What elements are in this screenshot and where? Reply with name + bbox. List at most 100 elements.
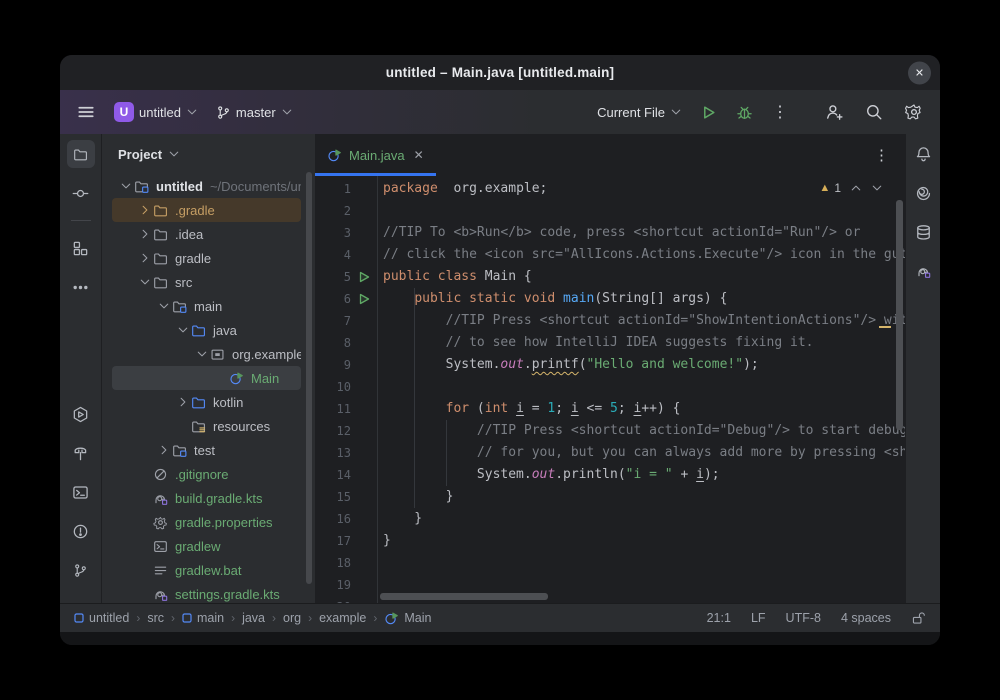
main-menu-button[interactable]	[72, 98, 100, 126]
project-widget[interactable]: U untitled	[110, 98, 202, 126]
code-token: for	[446, 401, 469, 416]
tree-item-resources[interactable]: resources	[112, 414, 301, 438]
editor-horizontal-scrollbar[interactable]	[380, 593, 548, 600]
chevron-right-icon[interactable]	[136, 228, 153, 240]
run-button[interactable]	[694, 98, 722, 126]
title-bar[interactable]: untitled – Main.java [untitled.main] ✕	[60, 55, 940, 90]
chevron-right-icon[interactable]	[174, 396, 191, 408]
caret-position[interactable]: 21:1	[707, 611, 731, 625]
tree-item-org-example[interactable]: org.example	[112, 342, 301, 366]
tree-item-kotlin[interactable]: kotlin	[112, 390, 301, 414]
more-tool-windows-icon[interactable]	[67, 273, 95, 301]
tree-item--gitignore[interactable]: .gitignore	[112, 462, 301, 486]
database-tool-icon[interactable]	[909, 218, 937, 246]
tab-main-java[interactable]: Main.java ✕	[315, 134, 436, 176]
tree-item--gradle[interactable]: .gradle	[112, 198, 301, 222]
tree-item-main[interactable]: Main	[112, 366, 301, 390]
line-ending[interactable]: LF	[751, 611, 766, 625]
notifications-bell-icon[interactable]	[909, 140, 937, 168]
tree-item-untitled[interactable]: untitled~/Documents/un	[112, 174, 301, 198]
code-line[interactable]: public static void main(String[] args) {	[383, 288, 905, 310]
tree-item-src[interactable]: src	[112, 270, 301, 294]
services-tool-icon[interactable]	[67, 400, 95, 428]
chevron-right-icon[interactable]	[136, 204, 153, 216]
chevron-right-icon[interactable]	[136, 252, 153, 264]
project-panel: Project untitled~/Documents/un.gradle.id…	[102, 134, 315, 603]
editor-options-kebab-icon[interactable]: ⋮	[874, 146, 889, 164]
run-line-icon[interactable]	[351, 271, 377, 283]
build-tool-icon[interactable]	[67, 439, 95, 467]
file-encoding[interactable]: UTF-8	[786, 611, 821, 625]
code-with-me-button[interactable]	[820, 98, 848, 126]
gradle-tool-icon[interactable]	[909, 257, 937, 285]
code-line[interactable]: for (int i = 1; i <= 5; i++) {	[383, 398, 905, 420]
vcs-branch-widget[interactable]: master	[212, 101, 297, 124]
settings-button[interactable]	[900, 98, 928, 126]
editor-vertical-scrollbar[interactable]	[896, 200, 903, 430]
code-line[interactable]: //TIP Press <shortcut actionId="Debug"/>…	[383, 420, 905, 442]
breadcrumb-example[interactable]: example	[319, 611, 366, 625]
code-line[interactable]: public class Main {	[383, 266, 905, 288]
breadcrumb-java[interactable]: java	[242, 611, 265, 625]
code-line[interactable]: // click the <icon src="AllIcons.Actions…	[383, 244, 905, 266]
breadcrumb-src[interactable]: src	[147, 611, 164, 625]
breadcrumb-main[interactable]: Main	[384, 611, 431, 626]
next-problem-chevron-down-icon[interactable]	[871, 182, 883, 194]
code-line[interactable]: }	[383, 530, 905, 552]
code-text[interactable]: package org.example;//TIP To <b>Run</b> …	[378, 176, 905, 603]
tree-item-gradle[interactable]: gradle	[112, 246, 301, 270]
breadcrumb-untitled[interactable]: untitled	[74, 611, 129, 625]
terminal-tool-icon[interactable]	[67, 478, 95, 506]
tree-item-gradlew[interactable]: gradlew	[112, 534, 301, 558]
breadcrumb-main[interactable]: main	[182, 611, 224, 625]
unlock-icon[interactable]	[911, 611, 926, 626]
chevron-down-icon[interactable]	[117, 180, 134, 192]
code-line[interactable]	[383, 376, 905, 398]
chevron-down-icon[interactable]	[193, 348, 210, 360]
ai-assistant-icon[interactable]	[909, 179, 937, 207]
project-panel-header[interactable]: Project	[102, 134, 315, 174]
tree-item-test[interactable]: test	[112, 438, 301, 462]
structure-tool-icon[interactable]	[67, 234, 95, 262]
close-window-button[interactable]: ✕	[908, 61, 931, 84]
code-line[interactable]: //TIP Press <shortcut actionId="ShowInte…	[383, 310, 905, 332]
project-tool-icon[interactable]	[67, 140, 95, 168]
more-actions-button[interactable]: ⋮	[766, 98, 794, 126]
tree-item-settings-gradle-kts[interactable]: settings.gradle.kts	[112, 582, 301, 603]
code-token: (	[579, 357, 587, 372]
run-configuration-selector[interactable]: Current File	[593, 101, 686, 124]
code-line[interactable]: // to see how IntelliJ IDEA suggests fix…	[383, 332, 905, 354]
search-everywhere-button[interactable]	[860, 98, 888, 126]
add-user-icon	[825, 103, 843, 121]
code-editor-area[interactable]: 1234567891011121314151617181920 package …	[315, 176, 905, 603]
chevron-down-icon[interactable]	[174, 324, 191, 336]
chevron-down-icon[interactable]	[136, 276, 153, 288]
chevron-down-icon[interactable]	[155, 300, 172, 312]
code-line[interactable]: // for you, but you can always add more …	[383, 442, 905, 464]
problems-tool-icon[interactable]	[67, 517, 95, 545]
code-line[interactable]	[383, 552, 905, 574]
prev-problem-chevron-up-icon[interactable]	[850, 182, 862, 194]
indent-size[interactable]: 4 spaces	[841, 611, 891, 625]
tree-item-java[interactable]: java	[112, 318, 301, 342]
tree-item-gradlew-bat[interactable]: gradlew.bat	[112, 558, 301, 582]
tree-item-build-gradle-kts[interactable]: build.gradle.kts	[112, 486, 301, 510]
chevron-right-icon[interactable]	[155, 444, 172, 456]
tree-item-main[interactable]: main	[112, 294, 301, 318]
tab-close-icon[interactable]: ✕	[414, 148, 424, 162]
debug-button[interactable]	[730, 98, 758, 126]
version-control-tool-icon[interactable]	[67, 556, 95, 584]
code-line[interactable]: }	[383, 508, 905, 530]
tree-item--idea[interactable]: .idea	[112, 222, 301, 246]
code-line[interactable]: //TIP To <b>Run</b> code, press <shortcu…	[383, 222, 905, 244]
code-line[interactable]: System.out.println("i = " + i);	[383, 464, 905, 486]
inspection-widget[interactable]: ▲ 1	[819, 181, 883, 195]
code-line[interactable]	[383, 200, 905, 222]
breadcrumb-org[interactable]: org	[283, 611, 301, 625]
run-line-icon[interactable]	[351, 293, 377, 305]
commit-tool-icon[interactable]	[67, 179, 95, 207]
code-line[interactable]: }	[383, 486, 905, 508]
code-line[interactable]: System.out.printf("Hello and welcome!");	[383, 354, 905, 376]
project-scrollbar[interactable]	[306, 172, 312, 584]
tree-item-gradle-properties[interactable]: gradle.properties	[112, 510, 301, 534]
